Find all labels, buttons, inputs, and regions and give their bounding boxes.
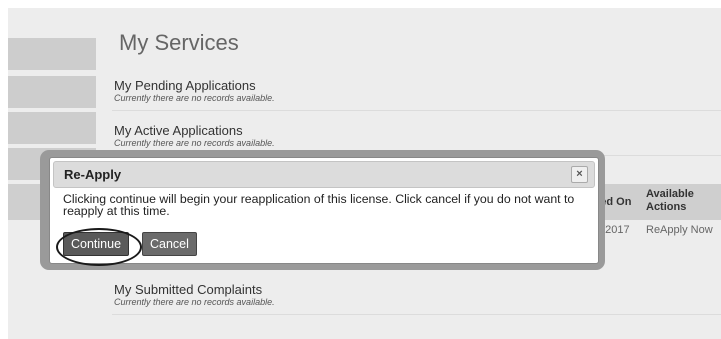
section-heading: My Submitted Complaints (114, 282, 263, 297)
sidebar-item[interactable] (8, 112, 96, 144)
dialog-title: Re-Apply (64, 167, 122, 182)
cancel-button[interactable]: Cancel (142, 232, 197, 256)
section-empty-note: Currently there are no records available… (114, 297, 275, 307)
sidebar-item[interactable] (8, 38, 96, 70)
dialog-header: Re-Apply × (53, 161, 595, 188)
submitted-complaints-section: My Submitted Complaints Currently there … (112, 282, 721, 315)
pending-applications-section: My Pending Applications Currently there … (112, 78, 721, 111)
highlight-ring (56, 228, 142, 266)
page-title: My Services (119, 30, 239, 55)
reapply-now-link[interactable]: ReApply Now (646, 224, 713, 236)
column-header-actions: Available Actions (646, 188, 694, 213)
section-heading: My Active Applications (114, 123, 243, 138)
section-empty-note: Currently there are no records available… (114, 93, 275, 103)
section-empty-note: Currently there are no records available… (114, 138, 275, 148)
close-icon[interactable]: × (571, 166, 588, 183)
section-heading: My Pending Applications (114, 78, 256, 93)
dialog-message: Clicking continue will begin your reappl… (63, 192, 575, 218)
sidebar-item[interactable] (8, 76, 96, 108)
